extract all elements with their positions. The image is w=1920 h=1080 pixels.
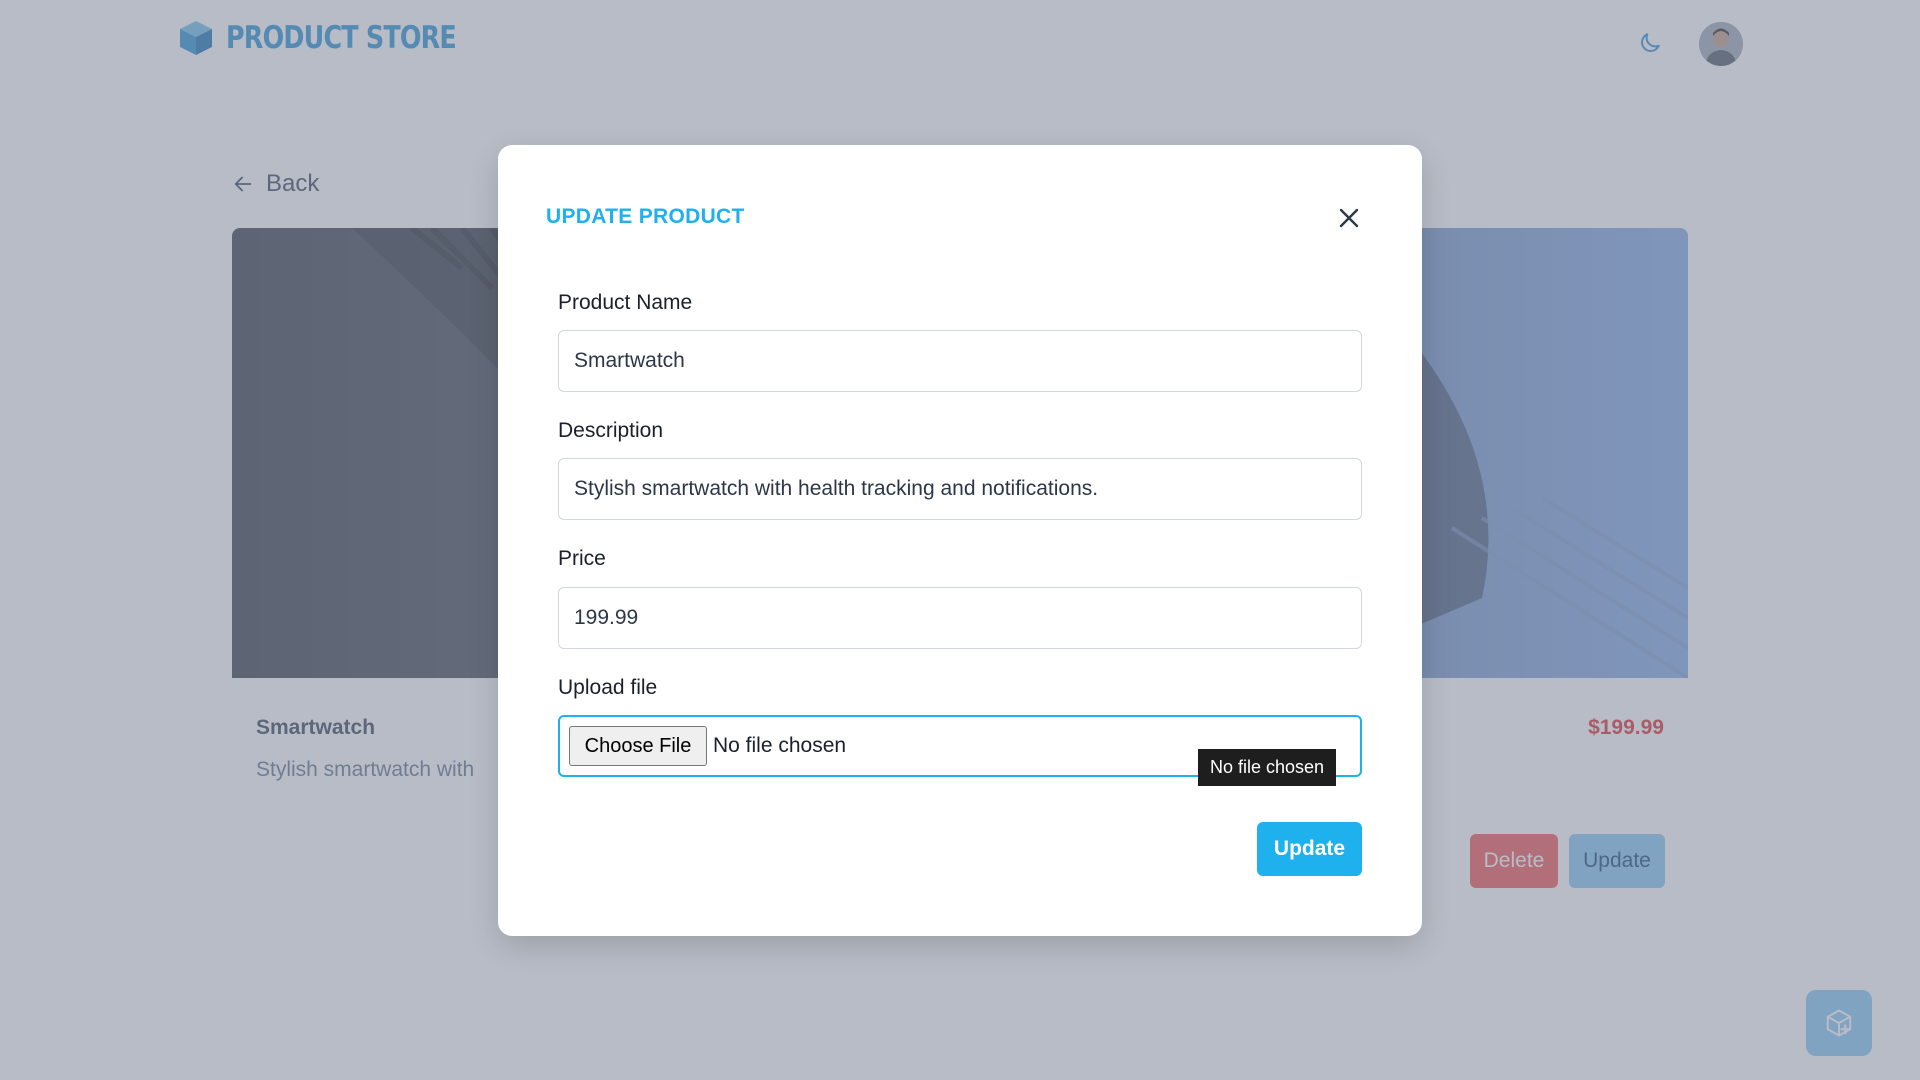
update-product-modal: UPDATE PRODUCT Product Name Description … bbox=[498, 145, 1422, 936]
close-button[interactable] bbox=[1334, 203, 1364, 233]
file-status-text: No file chosen bbox=[713, 734, 847, 757]
modal-title: UPDATE PRODUCT bbox=[546, 205, 745, 228]
close-icon bbox=[1339, 208, 1359, 228]
description-label: Description bbox=[558, 419, 664, 442]
upload-file-label: Upload file bbox=[558, 676, 658, 699]
product-name-label: Product Name bbox=[558, 291, 693, 314]
price-input[interactable] bbox=[558, 587, 1362, 649]
choose-file-button[interactable]: Choose File bbox=[569, 726, 707, 766]
description-input[interactable] bbox=[558, 458, 1362, 520]
product-name-input[interactable] bbox=[558, 330, 1362, 392]
price-label: Price bbox=[558, 547, 606, 570]
submit-update-button[interactable]: Update bbox=[1257, 822, 1362, 876]
file-tooltip: No file chosen bbox=[1198, 749, 1337, 786]
